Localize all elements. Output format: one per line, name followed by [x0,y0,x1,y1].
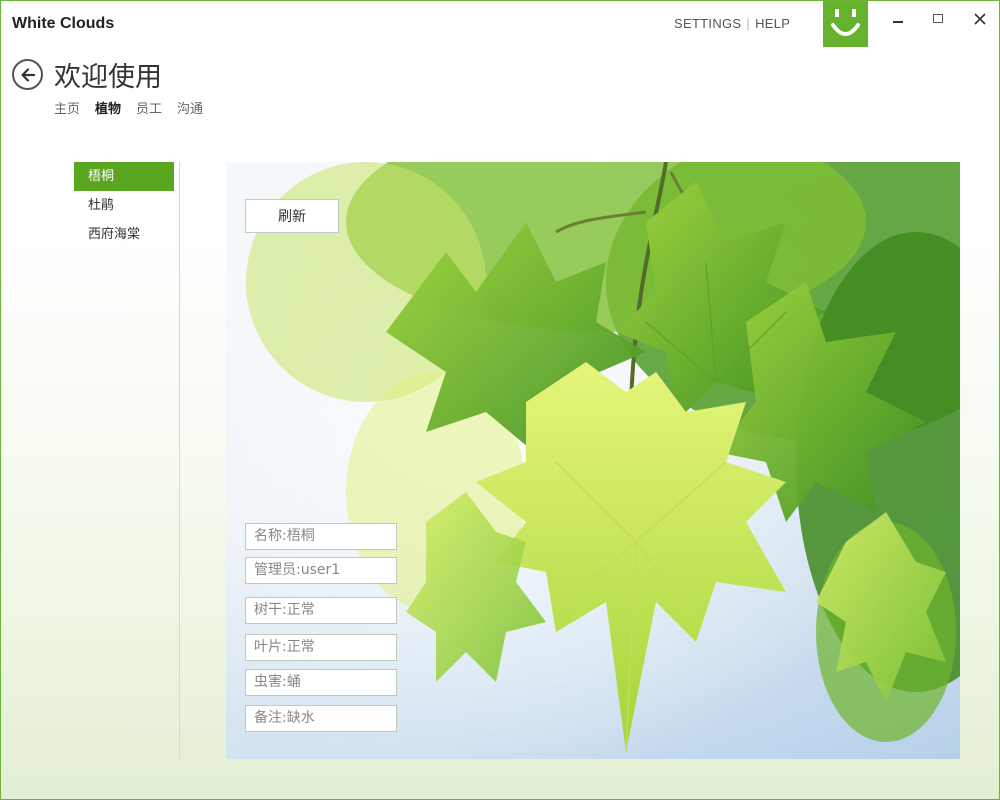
nav-item-home[interactable]: 主页 [54,98,80,117]
smiley-icon [823,1,868,47]
minimize-icon [893,21,903,23]
sidebar-item-xifu-haitang[interactable]: 西府海棠 [74,220,174,249]
top-nav: 主页 植物 员工 沟通 [54,98,203,117]
page-title: 欢迎使用 [54,62,162,93]
remark-field[interactable]: 备注:缺水 [245,705,397,732]
sidebar: 梧桐 杜鹃 西府海棠 [74,162,174,249]
top-links: SETTINGS | HELP [674,16,790,31]
top-links-separator: | [746,16,751,31]
maximize-icon [933,14,943,23]
leaf-field[interactable]: 叶片:正常 [245,634,397,661]
minimize-button[interactable] [883,7,913,31]
manager-field[interactable]: 管理员:user1 [245,557,397,584]
name-field[interactable]: 名称:梧桐 [245,523,397,550]
close-button[interactable] [965,7,995,31]
help-link[interactable]: HELP [755,16,790,31]
app-title: White Clouds [12,15,115,32]
maximize-button[interactable] [923,7,953,31]
sidebar-divider [179,162,180,759]
nav-item-staff[interactable]: 员工 [136,98,162,117]
settings-link[interactable]: SETTINGS [674,16,741,31]
pest-field[interactable]: 虫害:蛹 [245,669,397,696]
app-window: White Clouds SETTINGS | HELP 欢迎使用 主页 植物 员工… [0,0,1000,800]
back-button[interactable] [12,59,43,90]
back-arrow-icon [20,67,35,82]
close-icon [974,13,986,25]
sidebar-item-dujuan[interactable]: 杜鹃 [74,191,174,220]
trunk-field[interactable]: 树干:正常 [245,597,397,624]
refresh-button[interactable]: 刷新 [245,199,339,233]
nav-item-plants[interactable]: 植物 [95,98,121,117]
sidebar-item-wutong[interactable]: 梧桐 [74,162,174,191]
nav-item-communication[interactable]: 沟通 [177,98,203,117]
